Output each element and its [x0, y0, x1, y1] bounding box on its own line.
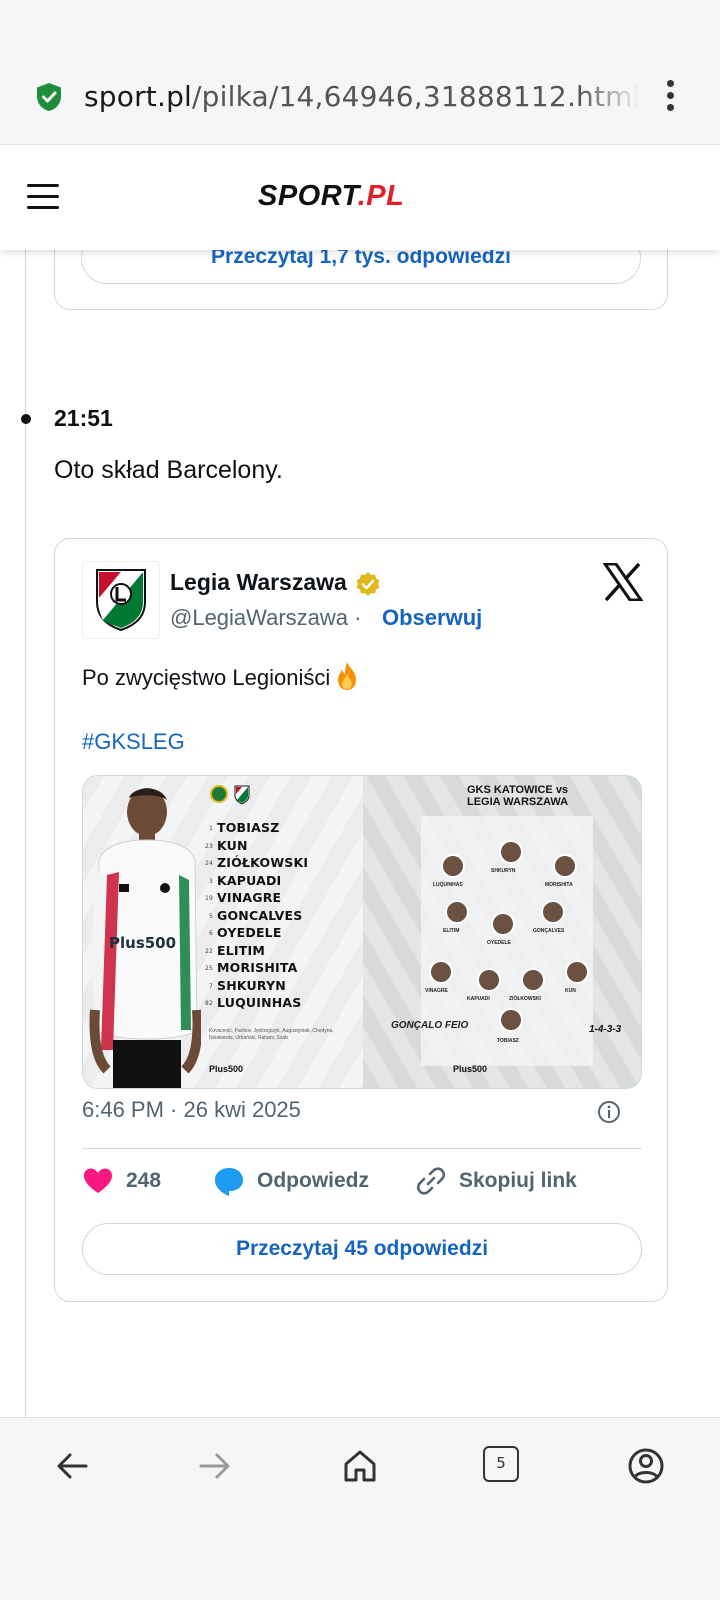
substitutes-text: Kovacevic, Pankov, Jędrzejczyk, Augustyn…	[209, 1028, 334, 1041]
tweet-handle[interactable]: @LegiaWarszawa ·	[170, 605, 361, 631]
verified-badge-icon	[356, 572, 380, 596]
logo-dot: .	[357, 180, 367, 212]
tweet-media-image[interactable]: Plus500 1 TOBIASZ 23 KUN 24 ZIÓŁKOWSKI 3 KAP…	[82, 775, 642, 1089]
match-home: GKS KATOWICE vs	[467, 784, 569, 796]
embedded-tweet: Legia Warszawa @LegiaWarszawa · Obserwuj…	[54, 538, 668, 1302]
player-label: VINAGRE	[425, 988, 448, 994]
link-icon	[416, 1167, 446, 1195]
tweet-author-name[interactable]: Legia Warszawa	[170, 569, 347, 596]
handle-separator: ·	[354, 605, 362, 630]
site-logo[interactable]: SPORT.PL	[258, 180, 404, 213]
lineup-row: 19 VINAGRE	[204, 890, 282, 905]
player-dot	[499, 840, 523, 864]
player-label: GONÇALVES	[533, 928, 565, 934]
player-dot	[441, 854, 465, 878]
lineup-row: 3 KAPUADI	[208, 872, 282, 888]
arrow-forward-icon[interactable]	[195, 1446, 235, 1486]
tweet-text: Po zwycięstwo Legioniści	[82, 661, 360, 691]
coach-name: GONÇALO FEIO	[391, 1020, 469, 1031]
player-dot	[491, 912, 515, 936]
player-dot	[445, 900, 469, 924]
x-logo-icon[interactable]	[603, 563, 643, 601]
player-label: ZIÓŁKOWSKI	[509, 996, 541, 1002]
timeline-dot	[21, 414, 31, 424]
formation-label: 1-4-3-3	[589, 1024, 622, 1035]
player-dot	[565, 960, 589, 984]
heart-icon	[84, 1168, 112, 1193]
url-field[interactable]: sport.pl/pilka/14,64946,31888112.html#s	[84, 80, 639, 113]
formation-graphic: GKS KATOWICE vs LEGIA WARSZAWA SHKURYN LU…	[363, 776, 641, 1088]
player-dot	[521, 968, 545, 992]
arrow-back-icon[interactable]	[52, 1446, 92, 1486]
player-label: KAPUADI	[467, 996, 490, 1002]
player-dot	[499, 1008, 523, 1032]
player-label: KUN	[565, 988, 576, 994]
site-header: SPORT.PL	[0, 146, 720, 250]
player-dot	[477, 968, 501, 992]
player-dot	[429, 960, 453, 984]
tweet-hashtag[interactable]: #GKSLEG	[82, 729, 185, 755]
player-label: ELITIM	[443, 928, 460, 934]
timeline-line	[25, 250, 26, 1418]
tabs-icon[interactable]: 5	[483, 1446, 523, 1486]
lineup-graphic: Plus500 1 TOBIASZ 23 KUN 24 ZIÓŁKOWSKI 3 KAP…	[83, 776, 363, 1088]
player-label: MORISHITA	[545, 882, 573, 888]
svg-text:Plus500: Plus500	[109, 934, 176, 952]
read-replies-button[interactable]: Przeczytaj 45 odpowiedzi	[82, 1223, 642, 1275]
url-fade	[580, 80, 640, 116]
account-circle-icon[interactable]	[626, 1446, 666, 1486]
player-label: OYEDELE	[487, 940, 511, 946]
player-label: SHKURYN	[491, 868, 516, 874]
legia-crest-logo	[96, 569, 146, 632]
tweet-text-content: Po zwycięstwo Legioniści	[82, 665, 331, 690]
player-dot	[541, 900, 565, 924]
lineup-row: 23 KUN	[204, 837, 248, 853]
player-photo: Plus500	[89, 788, 201, 1088]
browser-bottom-bar: 5	[0, 1417, 720, 1600]
tab-count: 5	[483, 1446, 519, 1482]
lineup-row: 24 ZIÓŁKOWSKI	[204, 855, 309, 870]
fire-emoji-icon	[338, 662, 357, 690]
info-icon[interactable]	[597, 1100, 621, 1124]
url-domain: sport.pl	[84, 80, 193, 113]
lineup-row: 22 ELITIM	[204, 942, 265, 958]
match-title: GKS KATOWICE vs LEGIA WARSZAWA	[467, 784, 568, 808]
sponsor-logo: Plus500	[453, 1064, 488, 1074]
match-away: LEGIA WARSZAWA	[467, 796, 569, 808]
follow-link[interactable]: Obserwuj	[382, 605, 482, 631]
lineup-row: 82 LUQUINHAS	[204, 995, 302, 1010]
copy-link-label: Skopiuj link	[459, 1169, 577, 1192]
reply-button[interactable]: Odpowiedz	[213, 1157, 369, 1205]
speech-bubble-icon	[215, 1168, 243, 1196]
browser-url-bar: sport.pl/pilka/14,64946,31888112.html#s	[0, 0, 720, 145]
lineup-row: 1 TOBIASZ	[208, 820, 280, 835]
player-label: LUQUINHAS	[433, 882, 463, 888]
copy-link-button[interactable]: Skopiuj link	[415, 1157, 577, 1205]
sponsor-logo: Plus500	[209, 1064, 244, 1074]
club-crests	[210, 785, 250, 804]
player-dot	[553, 854, 577, 878]
reply-label: Odpowiedz	[257, 1169, 369, 1192]
entry-time: 21:51	[54, 405, 113, 431]
tweet-date[interactable]: 6:46 PM · 26 kwi 2025	[82, 1097, 301, 1123]
entry-text: Oto skład Barcelony.	[54, 456, 283, 484]
player-label: TOBIASZ	[497, 1038, 519, 1044]
lineup-row: 6 OYEDELE	[208, 925, 282, 940]
avatar[interactable]	[82, 561, 160, 639]
logo-pl: PL	[366, 180, 405, 212]
home-icon[interactable]	[340, 1446, 380, 1486]
lineup-list: 1 TOBIASZ 23 KUN 24 ZIÓŁKOWSKI 3 KAPUADI 19 V…	[201, 820, 351, 1013]
logo-sport: SPORT	[258, 180, 358, 212]
tweet-divider	[82, 1148, 642, 1149]
url-path: /pilka/14,64946,31888112.html#s	[192, 80, 639, 113]
lineup-row: 7 SHKURYN	[208, 977, 286, 993]
lineup-row: 25 MORISHITA	[204, 960, 298, 975]
like-button[interactable]: 248	[82, 1157, 161, 1205]
handle-text: @LegiaWarszawa	[170, 605, 349, 630]
shield-check-icon[interactable]	[36, 82, 62, 112]
more-vert-icon[interactable]	[660, 80, 680, 114]
like-count: 248	[126, 1169, 162, 1192]
lineup-row: 5 GONCALVES	[208, 907, 303, 923]
hamburger-menu-icon[interactable]	[27, 184, 59, 210]
